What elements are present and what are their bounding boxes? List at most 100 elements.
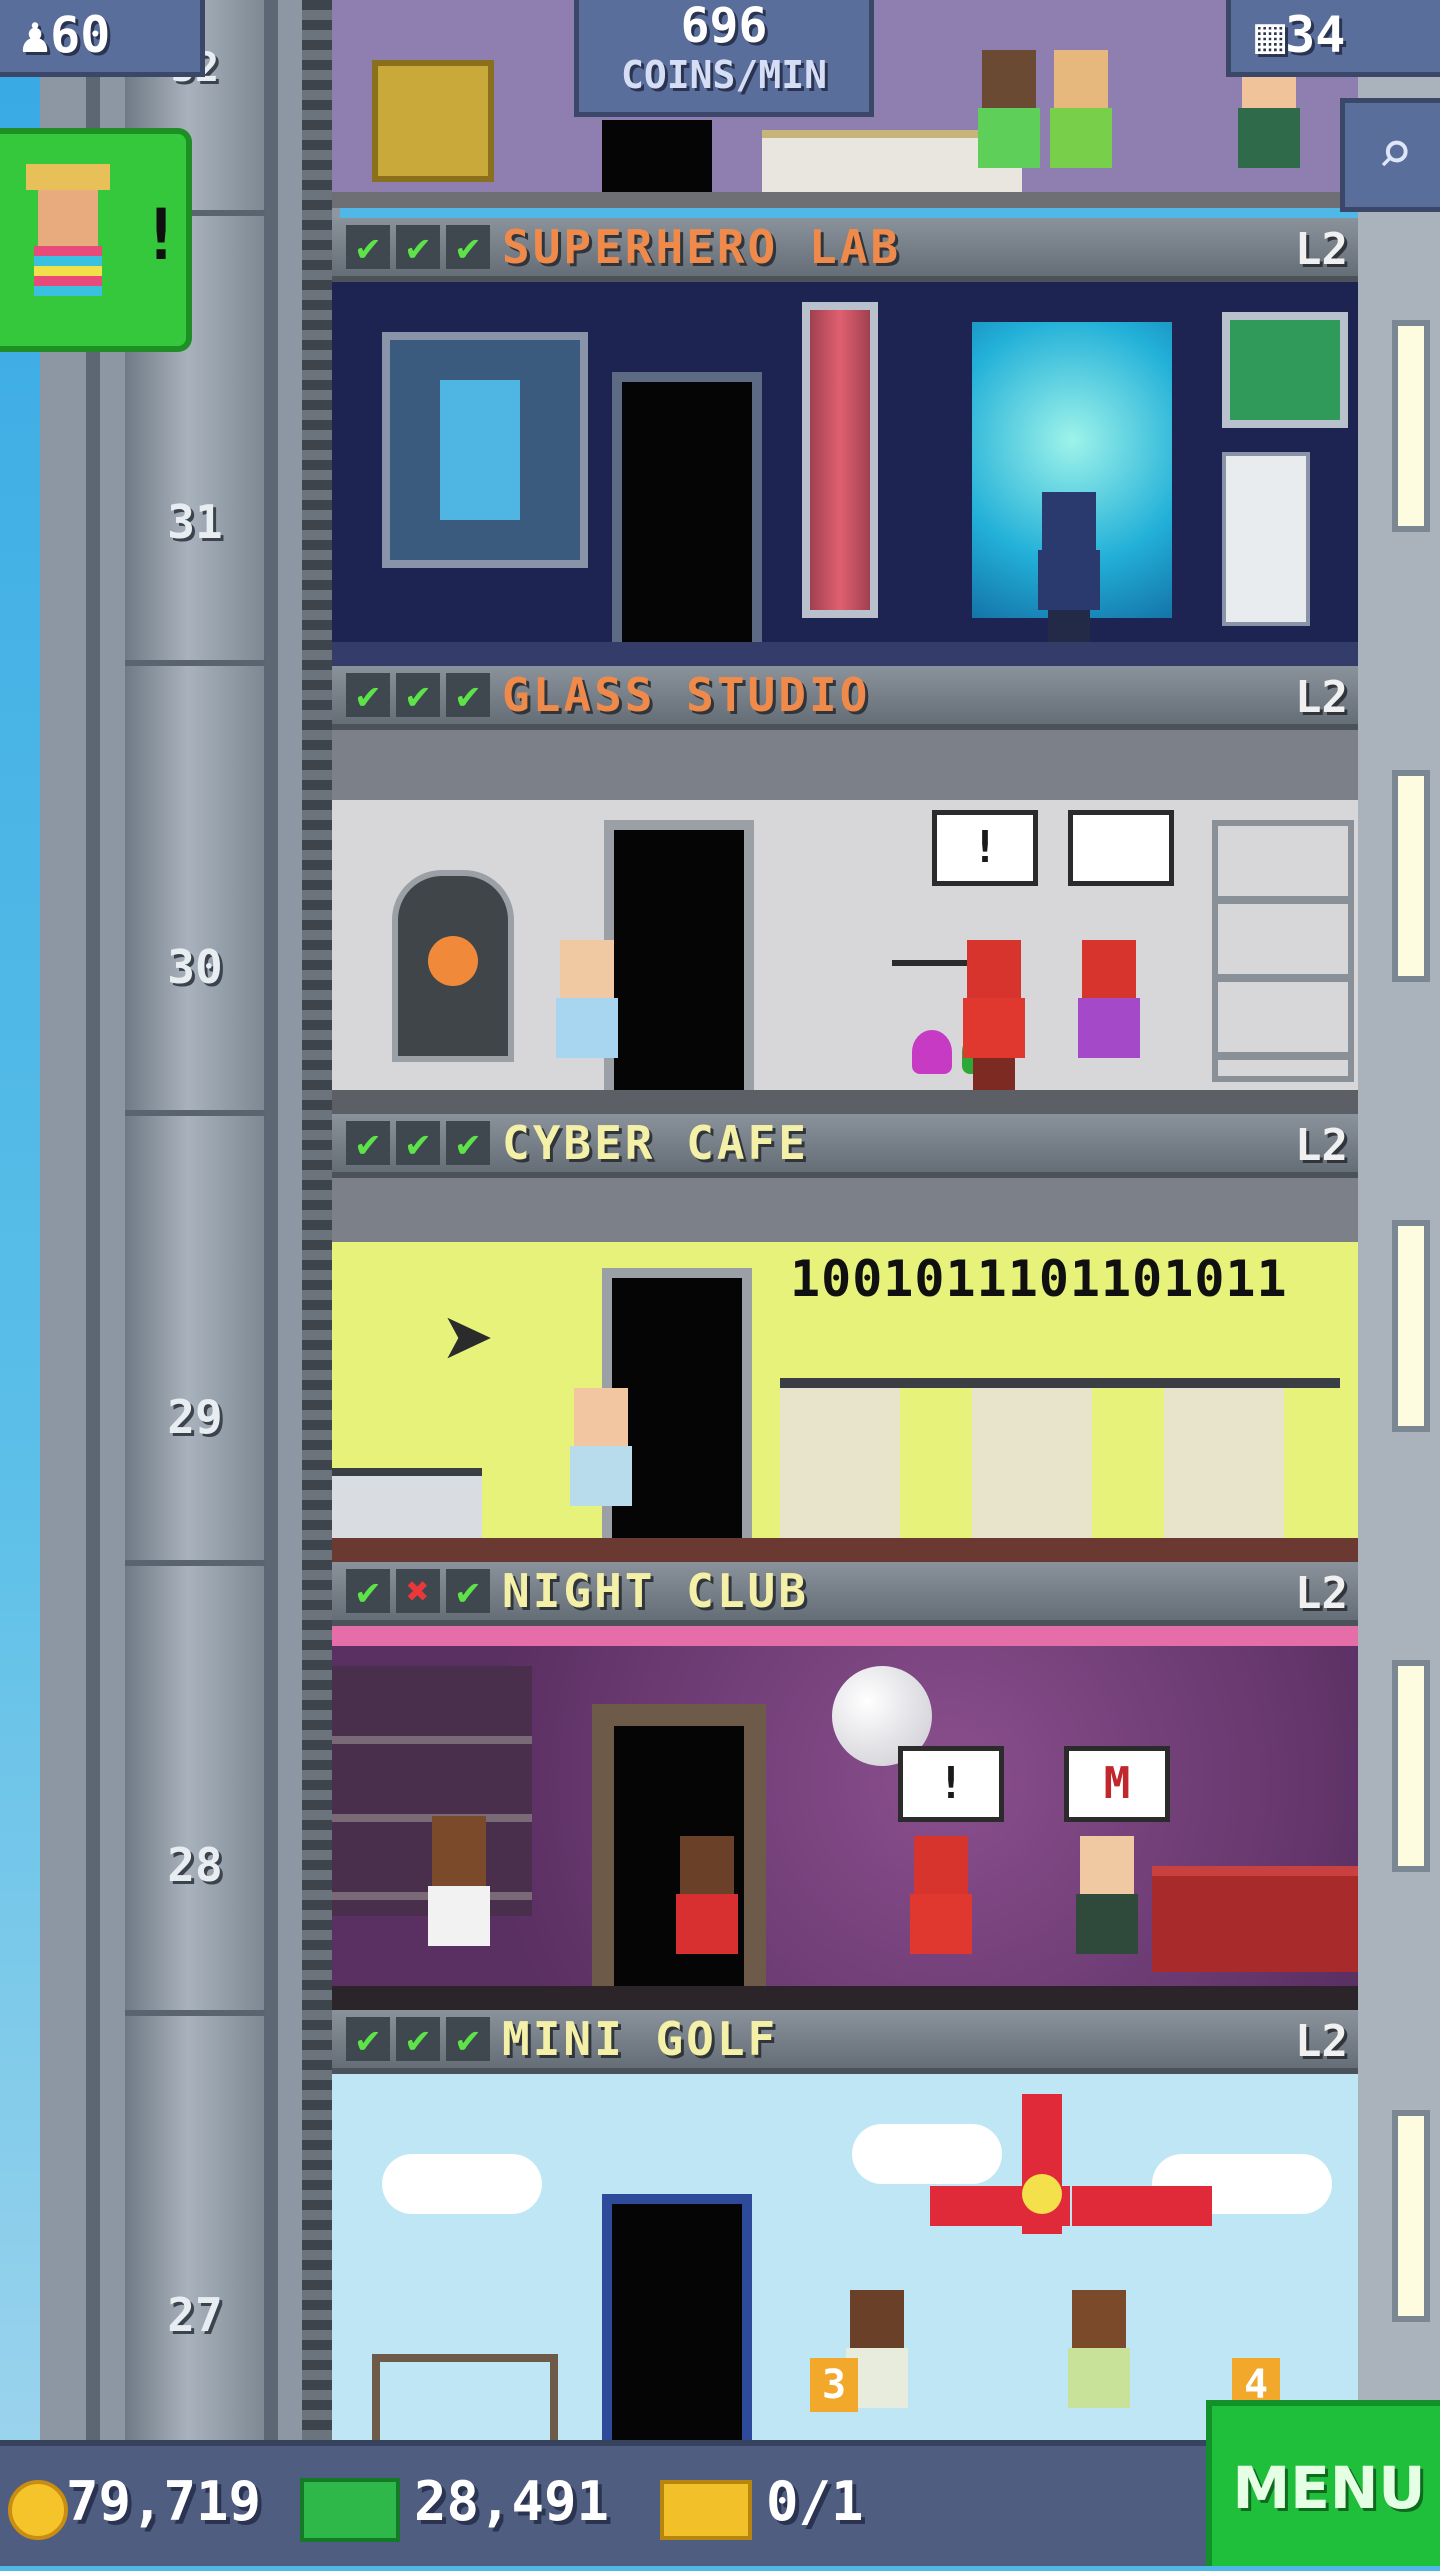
coins-per-min-label: COINS/MIN [621, 53, 827, 97]
floor-number: 31 [167, 495, 223, 549]
building-icon: ▦ [1255, 6, 1286, 64]
floors-count: 34 [1285, 6, 1346, 64]
floor-level: L2 [1295, 1568, 1348, 1619]
cross-icon: ✖ [396, 1569, 440, 1613]
floor-header: ✔ ✔ ✔ SUPERHERO LAB L2 [332, 218, 1358, 282]
floor-strip [332, 1090, 1358, 1114]
floor-mini-golf[interactable]: ✔ ✔ ✔ MINI GOLF L2 3 4 [332, 2010, 1358, 2440]
bitizen[interactable] [1070, 1836, 1144, 1986]
speech-bubble[interactable]: M [1064, 1746, 1170, 1822]
floor-night-club[interactable]: ✔ ✖ ✔ NIGHT CLUB L2 ! M [332, 1562, 1358, 2010]
ticket-icon [660, 2480, 752, 2540]
speech-bubble[interactable] [1068, 810, 1174, 886]
floor-strip [332, 1538, 1358, 1562]
superhero-bitizen[interactable] [1032, 492, 1106, 642]
floor-header: ✔ ✔ ✔ CYBER CAFE L2 [332, 1114, 1358, 1178]
floor-divider [332, 192, 1358, 208]
floor-number: 30 [167, 940, 223, 994]
neon-strip [332, 1626, 1358, 1646]
bux-icon [300, 2478, 400, 2542]
floor-superhero-lab[interactable]: ✔ ✔ ✔ SUPERHERO LAB L2 [332, 218, 1358, 666]
menu-button[interactable]: MENU [1206, 2400, 1440, 2566]
floor-checks: ✔ ✔ ✔ [346, 673, 490, 717]
floor-name: CYBER CAFE [502, 1116, 809, 1170]
check-icon: ✔ [446, 673, 490, 717]
bitizen[interactable] [1072, 940, 1146, 1090]
counter [332, 1468, 482, 1546]
room-interior: ! M [332, 1626, 1358, 2010]
population-badge[interactable]: ♟60 [0, 0, 205, 77]
check-icon: ✔ [396, 2017, 440, 2061]
room-interior: ➤ 1001011101101011 [332, 1178, 1358, 1562]
glass-furnace [392, 870, 514, 1062]
check-icon: ✔ [346, 1121, 390, 1165]
windmill-hub [1022, 2174, 1062, 2214]
check-icon: ✔ [446, 1121, 490, 1165]
floor-header: ✔ ✔ ✔ MINI GOLF L2 [332, 2010, 1358, 2074]
coins-per-min-panel: 696 COINS/MIN [574, 0, 874, 117]
shaft-seam [125, 1110, 265, 1116]
window [1392, 770, 1430, 982]
floor-glass-studio[interactable]: ✔ ✔ ✔ GLASS STUDIO L2 ! [332, 666, 1358, 1114]
check-icon: ✔ [446, 2017, 490, 2061]
check-icon: ✔ [346, 1569, 390, 1613]
computer-terminal [1222, 452, 1310, 626]
glass-vase [912, 1030, 952, 1074]
shaft-seam [125, 1560, 265, 1566]
person-icon: ♟ [20, 6, 51, 64]
shaft-seam [125, 660, 265, 666]
ceiling [332, 730, 1358, 800]
floor-number: 29 [167, 1390, 223, 1444]
window [1392, 1660, 1430, 1872]
floors-count-badge[interactable]: ▦34 [1226, 0, 1440, 77]
bitizen[interactable] [564, 1388, 638, 1538]
floor-name: MINI GOLF [502, 2012, 779, 2066]
floor-header: ✔ ✔ ✔ GLASS STUDIO L2 [332, 666, 1358, 730]
check-icon: ✔ [446, 225, 490, 269]
elevator-rail [86, 0, 100, 2440]
speech-bubble[interactable]: ! [932, 810, 1038, 886]
speech-bubble[interactable]: ! [898, 1746, 1004, 1822]
check-icon: ✔ [396, 673, 440, 717]
visitor-alert-mark: ! [140, 194, 183, 276]
computer-stations [780, 1378, 1340, 1548]
bitizen[interactable] [670, 1836, 744, 1986]
world-map-screen [1222, 312, 1348, 428]
bitizen[interactable] [957, 940, 1031, 1090]
doorway [604, 820, 754, 1090]
visitor-notification-button[interactable]: ! [0, 128, 192, 352]
elevator-cable [302, 0, 332, 2440]
bitizen[interactable] [972, 50, 1046, 190]
dna-capsule [802, 302, 878, 618]
coin-icon [8, 2480, 68, 2540]
check-icon: ✔ [346, 2017, 390, 2061]
floor-level: L2 [1295, 2016, 1348, 2067]
check-icon: ✔ [346, 673, 390, 717]
bitizen[interactable] [1062, 2290, 1136, 2440]
bux-balance[interactable]: 28,491 [414, 2470, 609, 2533]
bitizen[interactable] [1044, 50, 1118, 190]
bitizen[interactable] [904, 1836, 978, 1986]
floor-checks: ✔ ✔ ✔ [346, 1121, 490, 1165]
doorway [602, 2194, 752, 2440]
bitizen[interactable] [422, 1816, 496, 1986]
floor-cyber-cafe[interactable]: ✔ ✔ ✔ CYBER CAFE L2 ➤ 1001011101101011 [332, 1114, 1358, 1562]
elevator-rail [264, 0, 278, 2440]
bitizen[interactable] [550, 940, 624, 1090]
elevator-car-track [125, 0, 265, 2440]
ticket-count[interactable]: 0/1 [766, 2470, 864, 2533]
magnifier-icon[interactable]: ⌕ [1340, 98, 1440, 212]
floor-level: L2 [1295, 672, 1348, 723]
ceiling [332, 1178, 1358, 1242]
check-icon: ✔ [396, 1121, 440, 1165]
hole-number: 3 [810, 2358, 858, 2412]
window [1392, 1220, 1430, 1432]
floor-strip [332, 1986, 1358, 2010]
floor-header: ✔ ✖ ✔ NIGHT CLUB L2 [332, 1562, 1358, 1626]
floor-name: SUPERHERO LAB [502, 220, 902, 274]
shaft-seam [125, 2010, 265, 2016]
coin-balance[interactable]: 79,719 [66, 2470, 261, 2533]
lounge-couch [1152, 1866, 1358, 1972]
floor-name: GLASS STUDIO [502, 668, 871, 722]
windmill-blade [1072, 2186, 1212, 2226]
